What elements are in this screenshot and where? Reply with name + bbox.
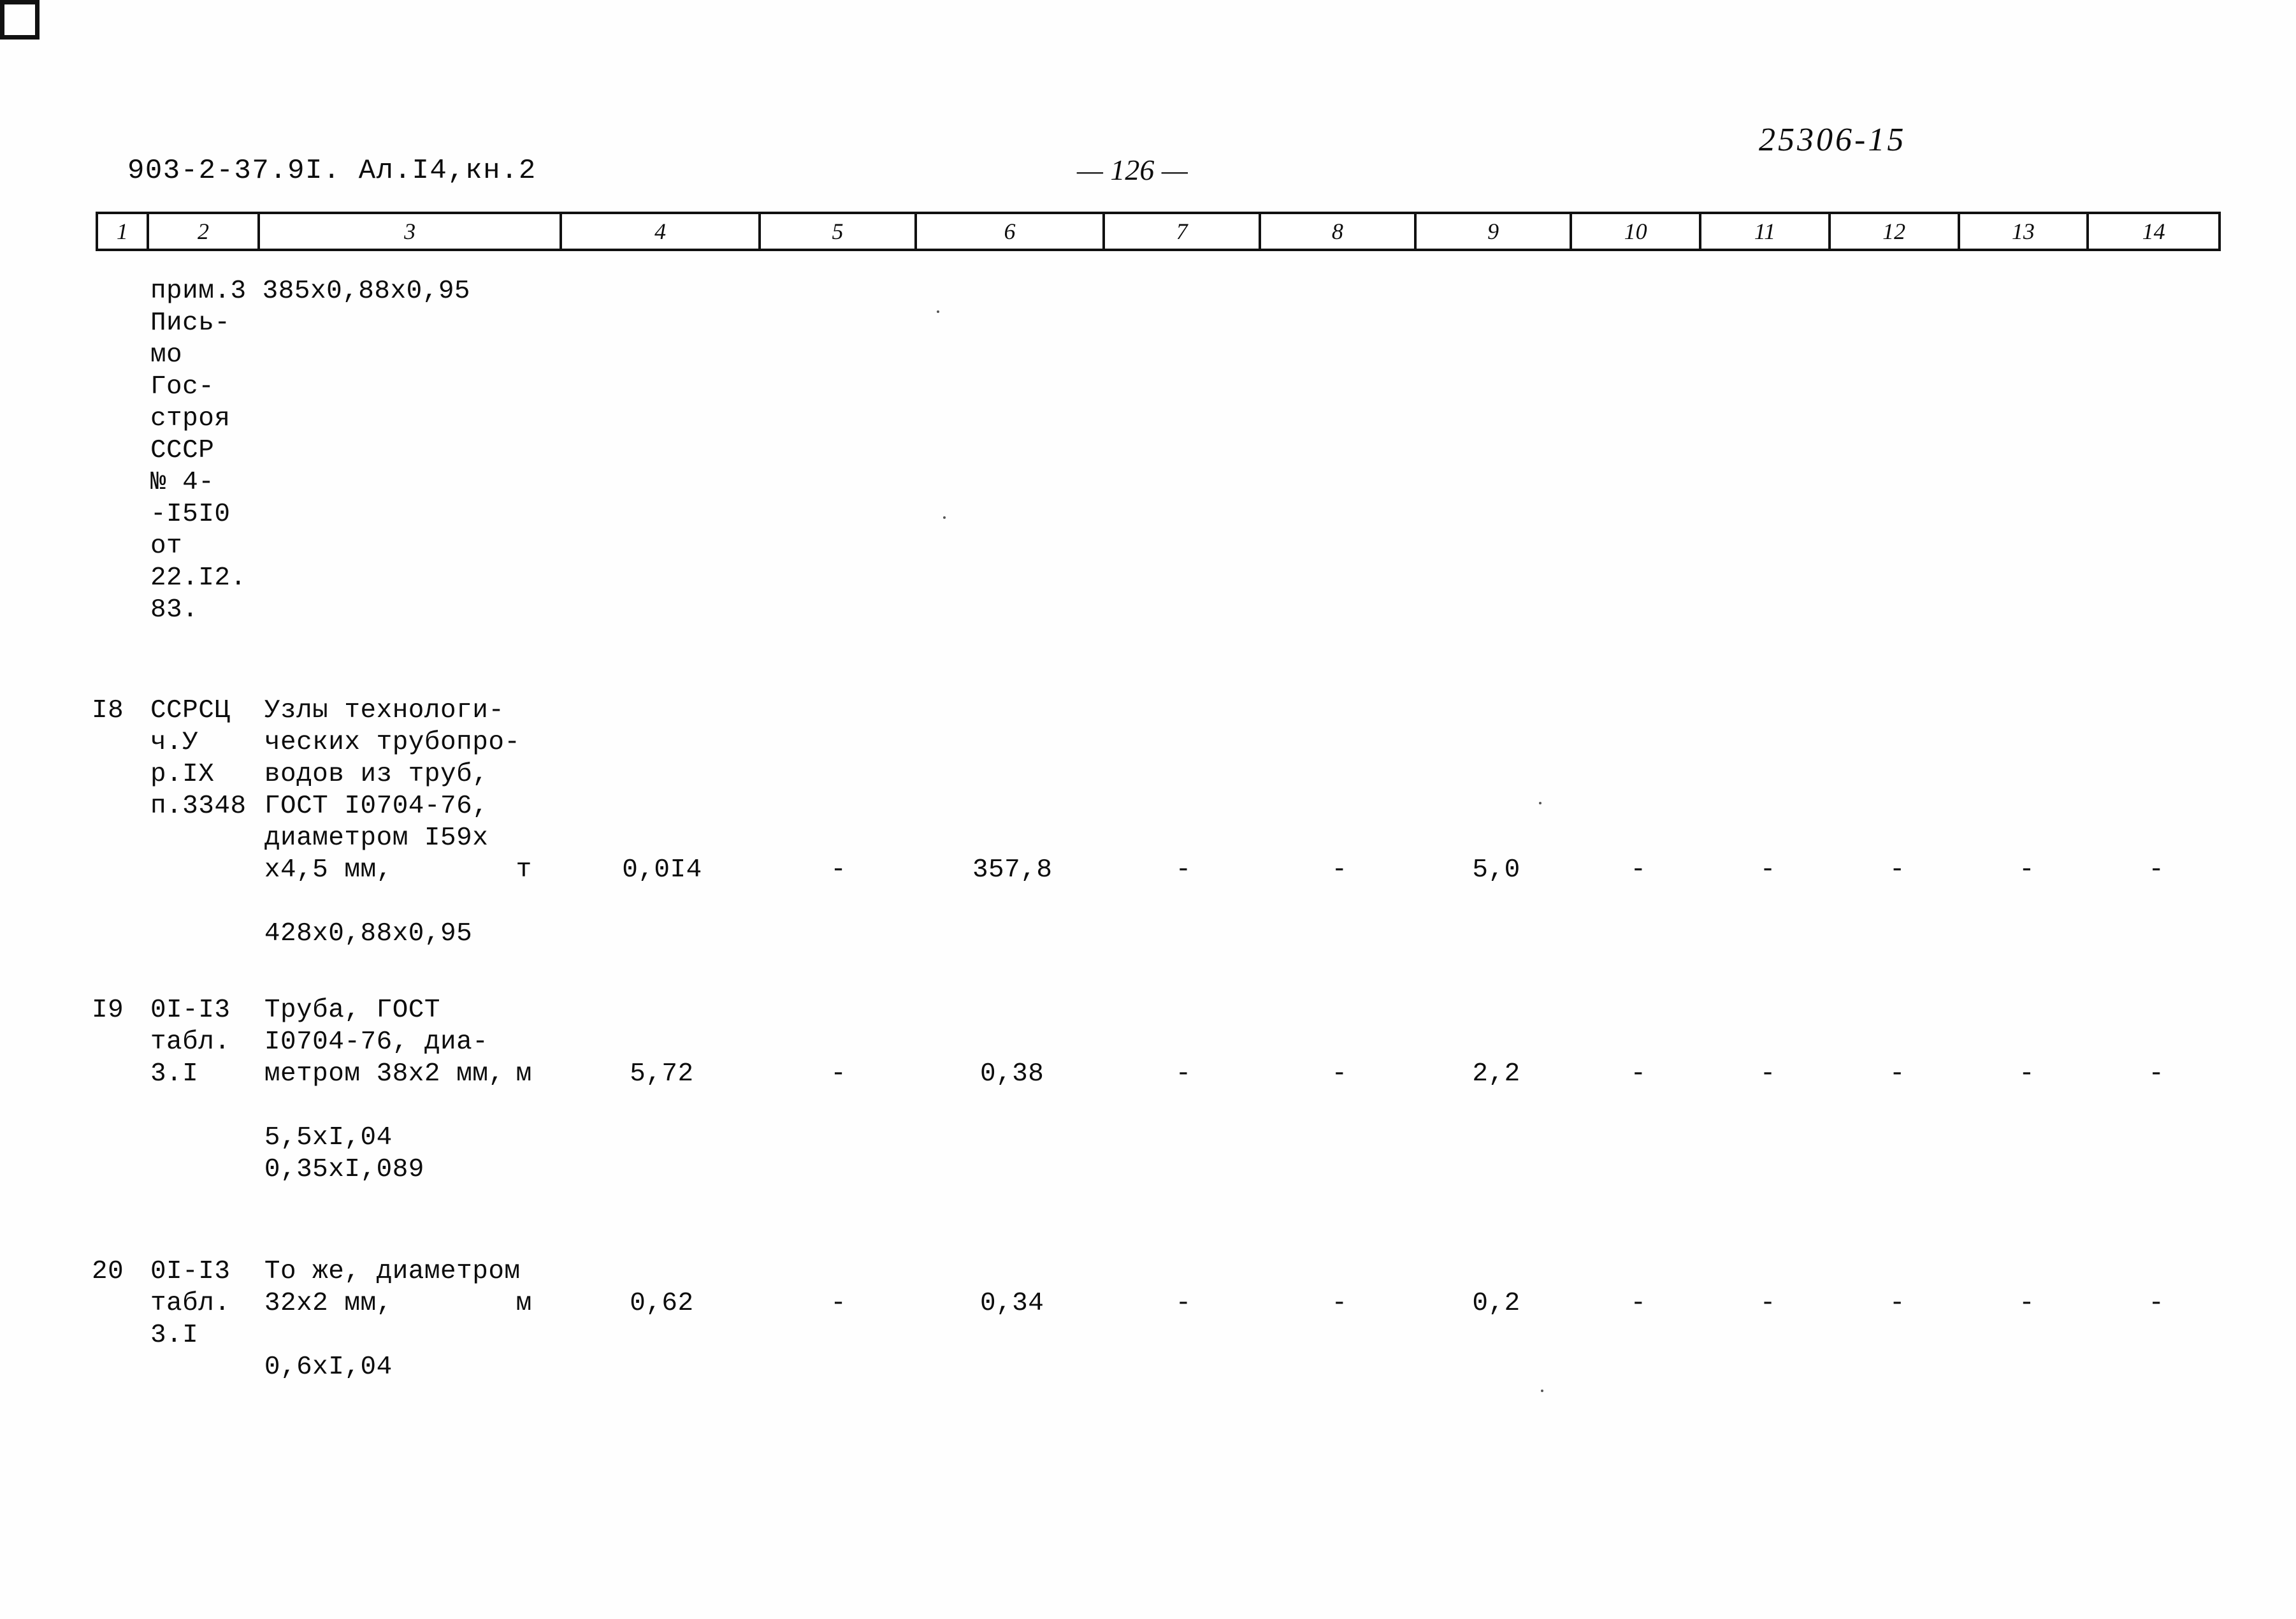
row-name-line-I9-0: Труба, ГОСТ xyxy=(264,996,441,1025)
row-value-20-col14: - xyxy=(2148,1289,2165,1318)
row-value-I9-col14: - xyxy=(2148,1059,2165,1089)
row-value-I9-col4: 5,72 xyxy=(630,1059,694,1089)
row-code-line-I8-3: п.3348 xyxy=(150,792,247,821)
continuation-line-2: мо xyxy=(150,340,183,370)
row-code-line-I8-0: ССРСЦ xyxy=(150,696,231,725)
row-name-line-I9-2: метром 38х2 мм, xyxy=(264,1059,505,1089)
column-header-8: 8 xyxy=(1261,214,1417,249)
row-name-line-I8-4: диаметром I59х xyxy=(264,824,489,853)
column-header-10: 10 xyxy=(1572,214,1702,249)
row-value-I9-col7: - xyxy=(1175,1059,1192,1089)
row-value-20-col10: - xyxy=(1630,1289,1647,1318)
column-header-13: 13 xyxy=(1960,214,2090,249)
document-code: 903-2-37.9I. Ал.I4,кн.2 xyxy=(127,155,537,187)
row-value-20-col13: - xyxy=(2019,1289,2035,1318)
scanned-page: 903-2-37.9I. Ал.I4,кн.2 — 126 — 25306-15… xyxy=(0,0,2296,1619)
row-value-I9-col5: - xyxy=(830,1059,847,1089)
row-code-line-I8-1: ч.У xyxy=(150,728,199,757)
column-header-4: 4 xyxy=(562,214,762,249)
column-header-12: 12 xyxy=(1831,214,1960,249)
column-header-3: 3 xyxy=(260,214,562,249)
row-name-line-20-1: 32х2 мм, xyxy=(264,1289,393,1318)
row-number-I9: I9 xyxy=(92,996,124,1025)
column-header-1: 1 xyxy=(98,214,149,249)
table-body: прим.3 385х0,88х0,95 Пись-мо Гос-строя СССР… xyxy=(92,255,2221,1434)
row-value-I8-col9: 5,0 xyxy=(1472,855,1520,885)
row-value-I8-col12: - xyxy=(1889,855,1906,885)
continuation-line-7: -I5I0 xyxy=(150,500,231,529)
column-header-5: 5 xyxy=(761,214,917,249)
row-value-20-col12: - xyxy=(1889,1289,1906,1318)
page-number: — 126 — xyxy=(1077,154,1188,186)
row-value-20-col5: - xyxy=(830,1289,847,1318)
row-number-20: 20 xyxy=(92,1257,124,1286)
row-note-line-20-0: 0,6хI,04 xyxy=(264,1353,393,1382)
row-code-line-I9-1: табл. xyxy=(150,1027,231,1057)
column-header-14: 14 xyxy=(2142,219,2165,244)
row-unit-I8: т xyxy=(516,855,532,885)
continuation-line-10: 83. xyxy=(150,595,199,625)
row-value-20-col6: 0,34 xyxy=(979,1289,1044,1318)
row-name-line-I8-3: ГОСТ I0704-76, xyxy=(264,792,489,821)
row-note-line-I9-0: 5,5хI,04 xyxy=(264,1123,393,1152)
row-value-I8-col11: - xyxy=(1759,855,1776,885)
row-value-I9-col10: - xyxy=(1630,1059,1647,1089)
continuation-line-5: СССР xyxy=(150,436,215,465)
column-header-2: 2 xyxy=(149,214,261,249)
registration-mark-bottom-right xyxy=(0,0,40,40)
row-value-I9-col9: 2,2 xyxy=(1472,1059,1520,1089)
row-value-I8-col4: 0,0I4 xyxy=(622,855,702,885)
row-value-I9-col8: - xyxy=(1331,1059,1348,1089)
row-value-I9-col13: - xyxy=(2019,1059,2035,1089)
column-header-7: 7 xyxy=(1105,214,1261,249)
row-code-line-I8-2: р.IX xyxy=(150,760,215,789)
row-value-I8-col8: - xyxy=(1331,855,1348,885)
continuation-line-4: строя xyxy=(150,404,231,433)
row-code-line-I9-0: 0I-I3 xyxy=(150,996,231,1025)
row-value-I9-col11: - xyxy=(1759,1059,1776,1089)
continuation-line-0: прим.3 385х0,88х0,95 xyxy=(150,277,471,306)
row-value-20-col9: 0,2 xyxy=(1472,1289,1520,1318)
continuation-line-6: № 4- xyxy=(150,468,215,497)
row-note-line-I8-0: 428х0,88х0,95 xyxy=(264,919,473,948)
row-name-line-I8-2: водов из труб, xyxy=(264,760,489,789)
row-value-I9-col12: - xyxy=(1889,1059,1906,1089)
row-code-line-20-2: 3.I xyxy=(150,1321,199,1350)
row-value-20-col4: 0,62 xyxy=(630,1289,694,1318)
table-column-header-row: 1 2 3 4 5 6 7 8 9 10 11 12 13 14 xyxy=(96,212,2221,251)
column-header-9: 9 xyxy=(1417,214,1573,249)
row-code-line-I9-2: 3.I xyxy=(150,1059,199,1089)
row-name-line-I9-1: I0704-76, диа- xyxy=(264,1027,489,1057)
continuation-line-9: 22.I2. xyxy=(150,563,247,593)
row-note-line-I9-1: 0,35хI,089 xyxy=(264,1155,424,1184)
row-value-I9-col6: 0,38 xyxy=(979,1059,1044,1089)
row-value-I8-col7: - xyxy=(1175,855,1192,885)
row-name-line-I8-5: х4,5 мм, xyxy=(264,855,393,885)
row-unit-20: м xyxy=(516,1289,532,1318)
row-value-20-col8: - xyxy=(1331,1289,1348,1318)
continuation-line-8: от xyxy=(150,532,183,561)
row-value-I8-col5: - xyxy=(830,855,847,885)
row-value-I8-col10: - xyxy=(1630,855,1647,885)
row-value-20-col7: - xyxy=(1175,1289,1192,1318)
row-unit-I9: м xyxy=(516,1059,532,1089)
row-name-line-20-0: То же, диаметром xyxy=(264,1257,521,1286)
archive-code-handwritten: 25306-15 xyxy=(1759,122,1907,158)
continuation-line-1: Пись- xyxy=(150,309,231,338)
row-name-line-I8-1: ческих трубопро- xyxy=(264,728,521,757)
row-value-I8-col6: 357,8 xyxy=(972,855,1053,885)
row-code-line-20-1: табл. xyxy=(150,1289,231,1318)
row-value-20-col11: - xyxy=(1759,1289,1776,1318)
row-value-I8-col14: - xyxy=(2148,855,2165,885)
row-value-I8-col13: - xyxy=(2019,855,2035,885)
column-header-11: 11 xyxy=(1701,214,1831,249)
continuation-line-3: Гос- xyxy=(150,372,215,402)
row-name-line-I8-0: Узлы технологи- xyxy=(264,696,505,725)
column-header-6: 6 xyxy=(917,214,1106,249)
row-number-I8: I8 xyxy=(92,696,124,725)
row-code-line-20-0: 0I-I3 xyxy=(150,1257,231,1286)
